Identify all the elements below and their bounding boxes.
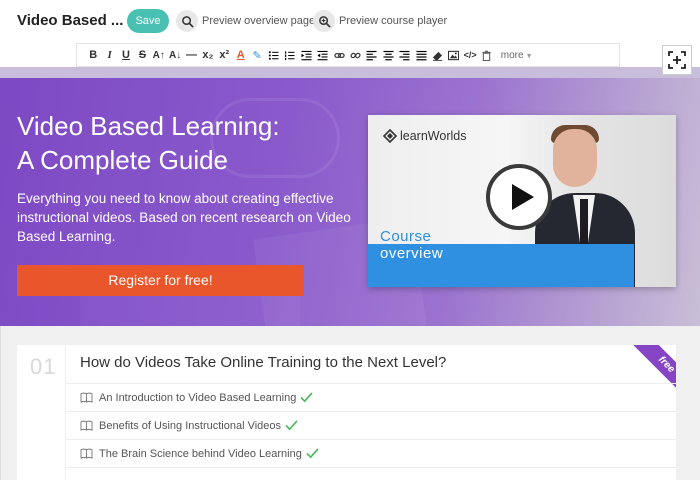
play-button[interactable] [486, 164, 552, 230]
hero-section: Video Based Learning: A Complete Guide E… [0, 78, 700, 326]
link-icon [333, 52, 345, 58]
unlink-button[interactable] [347, 44, 363, 66]
presenter-tie [580, 199, 588, 249]
increase-font-button[interactable]: A↑ [151, 44, 167, 66]
preview-player-link[interactable]: Preview course player [313, 9, 447, 33]
hero-title-line: A Complete Guide [17, 145, 229, 175]
clear-format-button[interactable] [429, 44, 445, 66]
lesson-title: An Introduction to Video Based Learning [99, 391, 297, 404]
video-caption-line: Course [380, 228, 432, 245]
search-icon [176, 10, 198, 32]
delete-button[interactable] [478, 44, 494, 66]
preview-overview-link[interactable]: Preview overview page [176, 9, 315, 33]
trash-icon [482, 50, 491, 61]
indent-icon [301, 50, 312, 60]
curriculum-section: 01 How do Videos Take Online Training to… [17, 345, 676, 480]
presenter-head [553, 129, 597, 187]
lesson-item[interactable]: Benefits of Using Instructional Videos [66, 411, 676, 439]
highlight-button[interactable]: ✎ [249, 44, 265, 66]
book-icon [80, 448, 93, 459]
insert-image-button[interactable] [446, 44, 462, 66]
learnworlds-logo-icon [383, 129, 397, 143]
page-title: Video Based ... [17, 12, 124, 29]
book-icon [80, 420, 93, 431]
italic-button[interactable]: I [101, 44, 117, 66]
text-color-button[interactable]: A [233, 44, 249, 66]
more-label: more [500, 49, 524, 61]
video-caption-line: overview [380, 245, 444, 262]
image-icon [448, 50, 460, 60]
align-left-button[interactable] [364, 44, 380, 66]
lesson-item[interactable]: An Introduction to Video Based Learning [66, 383, 676, 411]
eraser-icon [432, 51, 442, 61]
underline-button[interactable]: U [118, 44, 134, 66]
check-icon [285, 420, 298, 431]
outdent-button[interactable] [314, 44, 330, 66]
chevron-down-icon: ▼ [525, 52, 533, 60]
course-video[interactable]: learnWorlds Course overview [368, 115, 676, 287]
section-title[interactable]: How do Videos Take Online Training to th… [80, 354, 446, 371]
subscript-button[interactable]: x₂ [200, 44, 216, 66]
preview-player-label: Preview course player [339, 15, 448, 27]
more-dropdown[interactable]: more ▼ [501, 50, 533, 61]
align-justify-button[interactable] [413, 44, 429, 66]
indent-button[interactable] [298, 44, 314, 66]
hero-description[interactable]: Everything you need to know about creati… [17, 189, 357, 246]
code-view-button[interactable]: </> [462, 44, 478, 66]
check-icon [300, 392, 313, 403]
section-number: 01 [30, 354, 57, 379]
align-right-button[interactable] [396, 44, 412, 66]
bullet-list-icon [268, 50, 279, 60]
align-center-icon [383, 50, 394, 60]
align-right-icon [399, 50, 410, 60]
register-button[interactable]: Register for free! [17, 265, 304, 296]
bold-button[interactable]: B [85, 44, 101, 66]
link-button[interactable] [331, 44, 347, 66]
hero-title[interactable]: Video Based Learning: A Complete Guide [17, 109, 337, 177]
lesson-item[interactable]: The Brain Science behind Video Learning [66, 439, 676, 467]
numbered-list-icon [285, 50, 295, 60]
outdent-icon [317, 50, 328, 60]
horizontal-rule-button[interactable]: — [183, 44, 199, 66]
top-bar: Video Based ... Save Preview overview pa… [0, 0, 700, 42]
hero-title-line: Video Based Learning: [17, 111, 280, 141]
add-section-icon [668, 51, 686, 69]
bullet-list-button[interactable] [265, 44, 281, 66]
lesson-item[interactable] [66, 467, 676, 480]
video-caption: Course overview [380, 228, 443, 262]
video-brand-name: learnWorlds [400, 129, 467, 143]
lesson-title: Benefits of Using Instructional Videos [99, 419, 282, 432]
decrease-font-button[interactable]: A↓ [167, 44, 183, 66]
save-button[interactable]: Save [127, 9, 169, 33]
numbered-list-button[interactable] [282, 44, 298, 66]
lesson-title: The Brain Science behind Video Learning [99, 447, 302, 460]
learnworlds-logo: learnWorlds [383, 129, 466, 143]
strikethrough-button[interactable]: S [134, 44, 150, 66]
unlink-icon [350, 52, 361, 58]
align-justify-icon [415, 50, 427, 60]
add-section-button[interactable] [662, 45, 692, 75]
play-icon [511, 184, 534, 210]
superscript-button[interactable]: x² [216, 44, 232, 66]
book-icon [80, 392, 93, 403]
check-icon [306, 448, 319, 459]
align-left-icon [366, 50, 377, 60]
zoom-in-icon [313, 10, 335, 32]
align-center-button[interactable] [380, 44, 396, 66]
preview-overview-label: Preview overview page [202, 15, 316, 27]
editor-toolbar: B I U S A↑ A↓ — x₂ x² A ✎ </> more ▼ [76, 43, 620, 67]
